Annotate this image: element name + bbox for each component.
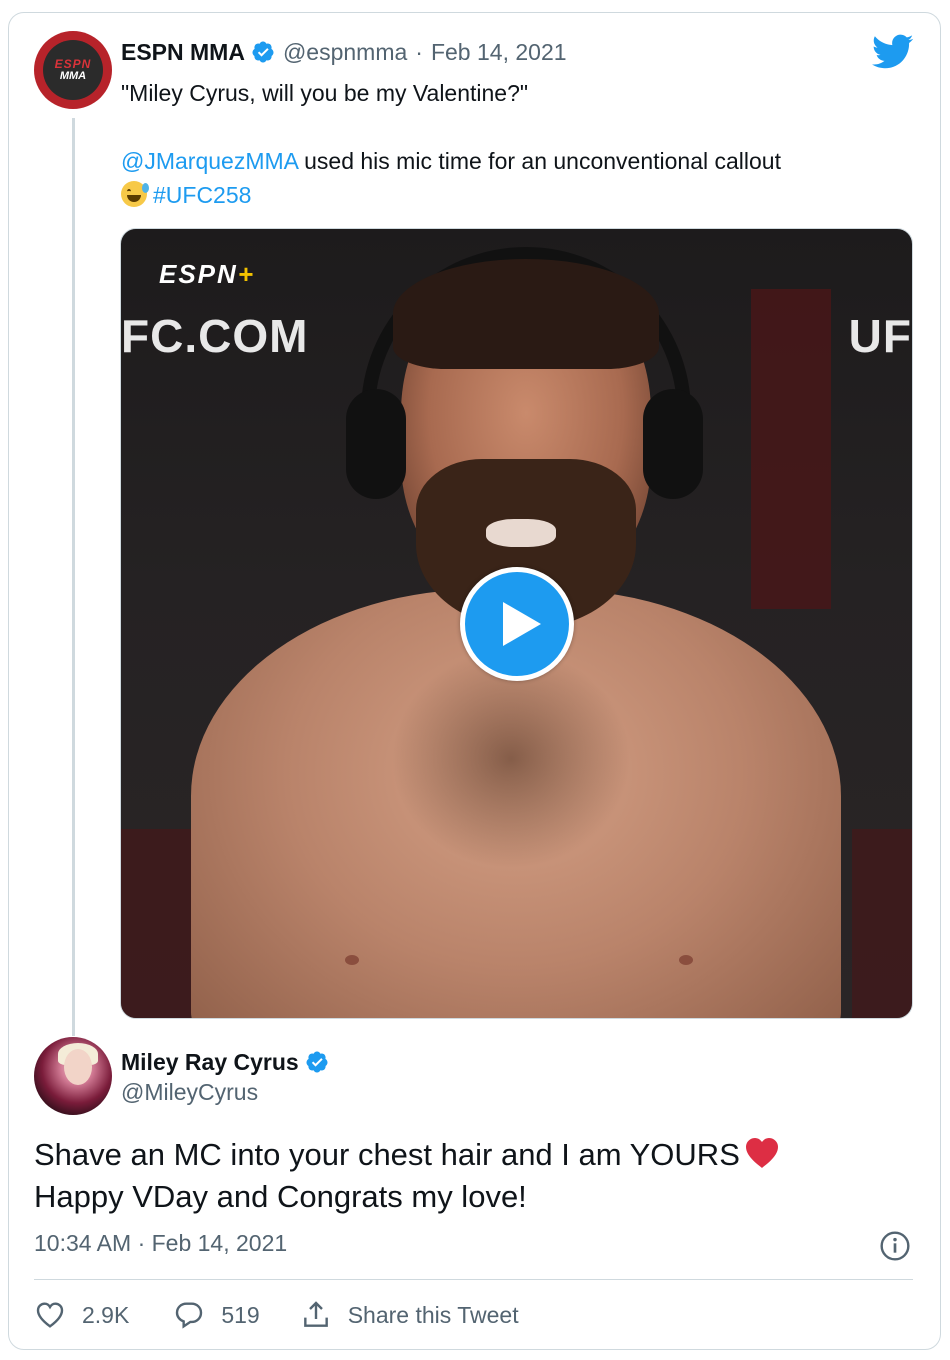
- avatar-logo-text-top: ESPN: [54, 57, 92, 71]
- header-separator: ·: [415, 38, 423, 65]
- miley-cyrus-avatar[interactable]: [34, 1037, 112, 1115]
- tweet-actions-bar: 2.9K 519 Share this Tweet: [34, 1296, 519, 1334]
- tweet-timestamp[interactable]: 10:34 AM · Feb 14, 2021: [34, 1230, 287, 1257]
- reply-icon: [176, 1302, 203, 1329]
- like-count: 2.9K: [82, 1301, 130, 1328]
- verified-badge-icon: [306, 1051, 328, 1073]
- author-name[interactable]: ESPN MMA: [121, 39, 245, 66]
- share-icon: [303, 1301, 328, 1327]
- red-heart-emoji: [745, 1138, 778, 1168]
- reply-tweet-header: Miley Ray Cyrus: [121, 1046, 337, 1078]
- fighter-detail: [345, 955, 359, 965]
- fighter-mouth: [486, 519, 556, 547]
- avatar-logo-text-bottom: MMA: [59, 70, 87, 82]
- background-banner: [751, 289, 831, 609]
- fighter-chest-hair: [391, 649, 631, 869]
- background-banner: [852, 829, 912, 1018]
- heart-icon: [36, 1302, 64, 1328]
- reply-button[interactable]: 519: [173, 1299, 260, 1331]
- tweet-hashtag-line: #UFC258: [121, 178, 901, 212]
- reply-tweet-text: Shave an MC into your chest hair and I a…: [34, 1134, 904, 1218]
- espn-plus-watermark: ESPN+: [159, 259, 255, 289]
- tweet-body-text: used his mic time for an unconventional …: [297, 148, 781, 174]
- fighter-detail: [679, 955, 693, 965]
- play-icon: [503, 602, 541, 646]
- avatar-detail: [64, 1049, 92, 1085]
- mention-link[interactable]: @JMarquezMMA: [121, 148, 298, 174]
- play-button[interactable]: [460, 567, 574, 681]
- author-handle[interactable]: @espnmma: [283, 39, 407, 66]
- video-player[interactable]: ESPN+ FC.COM UF: [120, 228, 913, 1019]
- hashtag-link[interactable]: #UFC258: [153, 182, 251, 208]
- thread-connector-line: [72, 118, 75, 1036]
- backdrop-text-left: FC.COM: [121, 310, 309, 362]
- reply-count: 519: [221, 1301, 260, 1328]
- share-tweet-button[interactable]: Share this Tweet: [300, 1299, 519, 1331]
- like-button[interactable]: 2.9K: [34, 1299, 129, 1331]
- tweet-body-line: @JMarquezMMA used his mic time for an un…: [121, 144, 901, 178]
- grinning-sweat-emoji: [121, 181, 149, 207]
- reply-text-line1: Shave an MC into your chest hair and I a…: [34, 1134, 904, 1176]
- tweet-quote-line: "Miley Cyrus, will you be my Valentine?": [121, 80, 529, 106]
- fighter-hair: [393, 259, 659, 369]
- reply-text-line2: Happy VDay and Congrats my love!: [34, 1179, 527, 1214]
- backdrop-text-right: UF: [848, 310, 912, 362]
- headphones-right-cup: [643, 389, 703, 499]
- author-handle[interactable]: @MileyCyrus: [121, 1079, 258, 1106]
- info-icon[interactable]: [879, 1230, 911, 1262]
- verified-badge-icon: [252, 41, 274, 63]
- author-name[interactable]: Miley Ray Cyrus: [121, 1049, 299, 1076]
- background-banner: [121, 829, 191, 1018]
- parent-tweet-text: "Miley Cyrus, will you be my Valentine?"…: [121, 76, 901, 212]
- parent-tweet-header: ESPN MMA @espnmma · Feb 14, 2021: [121, 36, 567, 68]
- espn-mma-avatar[interactable]: ESPN MMA: [34, 31, 112, 109]
- divider: [34, 1279, 913, 1280]
- share-label: Share this Tweet: [347, 1301, 519, 1328]
- tweet-date[interactable]: Feb 14, 2021: [431, 39, 567, 66]
- twitter-bird-icon[interactable]: [872, 34, 914, 70]
- headphones-left-cup: [346, 389, 406, 499]
